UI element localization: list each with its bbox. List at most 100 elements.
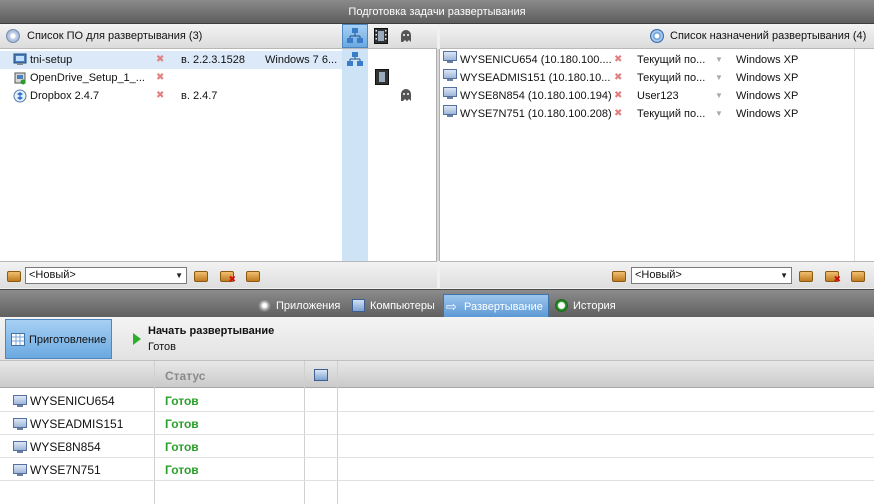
computer-column-icon[interactable]: [314, 369, 328, 381]
target-os: Windows XP: [736, 54, 799, 66]
profile-bag-icon: [611, 268, 627, 284]
table-row[interactable]: WYSE7N751 Готов: [0, 458, 874, 481]
grid-header: Статус: [0, 361, 874, 388]
targets-profile-select[interactable]: <Новый> ▼: [631, 267, 792, 284]
deployment-status: Готов: [148, 341, 176, 353]
installer-icon: [13, 53, 27, 66]
network-toggle-icon[interactable]: [342, 24, 368, 48]
row-computer-name: WYSENICU654: [30, 394, 115, 408]
tab-label: История: [573, 300, 616, 312]
edit-profile-icon[interactable]: [850, 268, 866, 284]
film-toggle-icon[interactable]: [374, 28, 388, 44]
clock-icon: [555, 299, 568, 312]
preparation-button[interactable]: Приготовление: [5, 319, 112, 359]
target-os: Windows XP: [736, 90, 799, 102]
tab-history[interactable]: История: [553, 294, 623, 318]
software-list-header: Список ПО для развертывания (3): [0, 24, 342, 49]
delete-profile-icon[interactable]: ✖: [824, 268, 841, 284]
software-name: OpenDrive_Setup_1_...: [30, 72, 145, 84]
target-host: WYSEADMIS151 (10.180.10...: [460, 72, 611, 84]
tab-applications[interactable]: Приложения: [256, 294, 346, 318]
software-profile-select[interactable]: <Новый> ▼: [25, 267, 187, 284]
targets-scroll-gutter: [854, 49, 874, 261]
software-profile-value: <Новый>: [29, 269, 76, 281]
delete-profile-icon[interactable]: ✖: [219, 268, 236, 284]
target-user: Текущий по...: [637, 54, 706, 66]
computer-icon: [443, 51, 457, 63]
list-item[interactable]: WYSE7N751 (10.180.100.208) ✖ Текущий по.…: [440, 105, 854, 123]
table-icon: [11, 333, 25, 346]
remove-icon[interactable]: ✖: [614, 51, 622, 69]
list-item[interactable]: OpenDrive_Setup_1_... ✖: [0, 69, 342, 87]
status-column-header[interactable]: Статус: [165, 369, 205, 383]
row-computer-name: WYSE7N751: [30, 463, 101, 477]
targets-list-title: Список назначений развертывания (4): [670, 30, 867, 42]
save-profile-icon[interactable]: [193, 268, 209, 284]
table-row[interactable]: WYSEADMIS151 Готов: [0, 412, 874, 435]
target-user: User123: [637, 90, 679, 102]
tab-computers[interactable]: Компьютеры: [350, 294, 442, 318]
list-item[interactable]: Dropbox 2.4.7 ✖ в. 2.4.7: [0, 87, 342, 105]
list-item[interactable]: WYSENICU654 (10.180.100.... ✖ Текущий по…: [440, 51, 854, 69]
main-tabs: Приложения Компьютеры ⇨ Развертывание Ис…: [0, 289, 874, 318]
start-deployment-button[interactable]: Начать развертывание: [148, 325, 274, 337]
row-status: Готов: [165, 394, 199, 408]
arrow-right-icon: ⇨: [446, 299, 457, 314]
remove-icon[interactable]: ✖: [614, 105, 622, 123]
edit-profile-icon[interactable]: [245, 268, 261, 284]
remove-icon[interactable]: ✖: [614, 87, 622, 105]
preparation-label: Приготовление: [29, 334, 107, 346]
computer-icon: [443, 87, 457, 99]
software-list-title: Список ПО для развертывания (3): [27, 30, 203, 42]
software-version: в. 2.2.3.1528: [181, 54, 245, 66]
table-row[interactable]: WYSE8N854 Готов: [0, 435, 874, 458]
tab-deployment[interactable]: ⇨ Развертывание: [443, 294, 549, 318]
row-status: Готов: [165, 463, 199, 477]
column-icons-header: [342, 24, 437, 49]
software-disc-icon: [6, 29, 20, 43]
network-column: [342, 49, 368, 261]
table-row[interactable]: WYSENICU654 Готов: [0, 389, 874, 412]
software-toolbar: <Новый> ▼ ✖: [0, 261, 437, 288]
dropbox-installer-icon: [13, 89, 27, 103]
remove-icon[interactable]: ✖: [156, 87, 164, 105]
computer-icon: [13, 441, 27, 453]
target-os: Windows XP: [736, 72, 799, 84]
software-os: Windows 7 6...: [265, 54, 338, 66]
list-item[interactable]: WYSE8N854 (10.180.100.194) ✖ User123 ▼ W…: [440, 87, 854, 105]
software-name: tni-setup: [30, 54, 73, 66]
tab-label: Приложения: [276, 300, 341, 312]
remove-icon[interactable]: ✖: [614, 69, 622, 87]
target-os: Windows XP: [736, 108, 799, 120]
software-list[interactable]: tni-setup ✖ в. 2.2.3.1528 Windows 7 6...…: [0, 49, 342, 261]
media-column: [368, 49, 437, 261]
targets-list[interactable]: WYSENICU654 (10.180.100.... ✖ Текущий по…: [440, 49, 854, 261]
targets-list-header: Список назначений развертывания (4): [440, 24, 874, 49]
target-host: WYSENICU654 (10.180.100....: [460, 54, 612, 66]
computer-icon: [443, 105, 457, 117]
window-title: Подготовка задачи развертывания: [348, 6, 526, 18]
list-item[interactable]: tni-setup ✖ в. 2.2.3.1528 Windows 7 6...: [0, 51, 342, 69]
chevron-down-icon[interactable]: ▼: [715, 105, 723, 123]
chevron-down-icon[interactable]: ▼: [715, 51, 723, 69]
computer-icon: [443, 69, 457, 81]
ghost-toggle-icon[interactable]: [400, 29, 412, 43]
chevron-down-icon: ▼: [175, 271, 183, 280]
profile-bag-icon: [6, 268, 22, 284]
target-user: Текущий по...: [637, 72, 706, 84]
play-icon[interactable]: [133, 333, 141, 345]
film-icon: [375, 69, 389, 85]
deployment-grid: Статус WYSENICU654 Готов WYSEADMIS151 Го…: [0, 361, 874, 504]
row-status: Готов: [165, 417, 199, 431]
save-profile-icon[interactable]: [798, 268, 814, 284]
list-item[interactable]: WYSEADMIS151 (10.180.10... ✖ Текущий по.…: [440, 69, 854, 87]
remove-icon[interactable]: ✖: [156, 69, 164, 87]
computer-icon: [13, 464, 27, 476]
tab-label: Компьютеры: [370, 300, 435, 312]
remove-icon[interactable]: ✖: [156, 51, 164, 69]
computer-icon: [13, 418, 27, 430]
chevron-down-icon[interactable]: ▼: [715, 87, 723, 105]
computer-icon: [13, 395, 27, 407]
targets-profile-value: <Новый>: [635, 269, 682, 281]
chevron-down-icon[interactable]: ▼: [715, 69, 723, 87]
